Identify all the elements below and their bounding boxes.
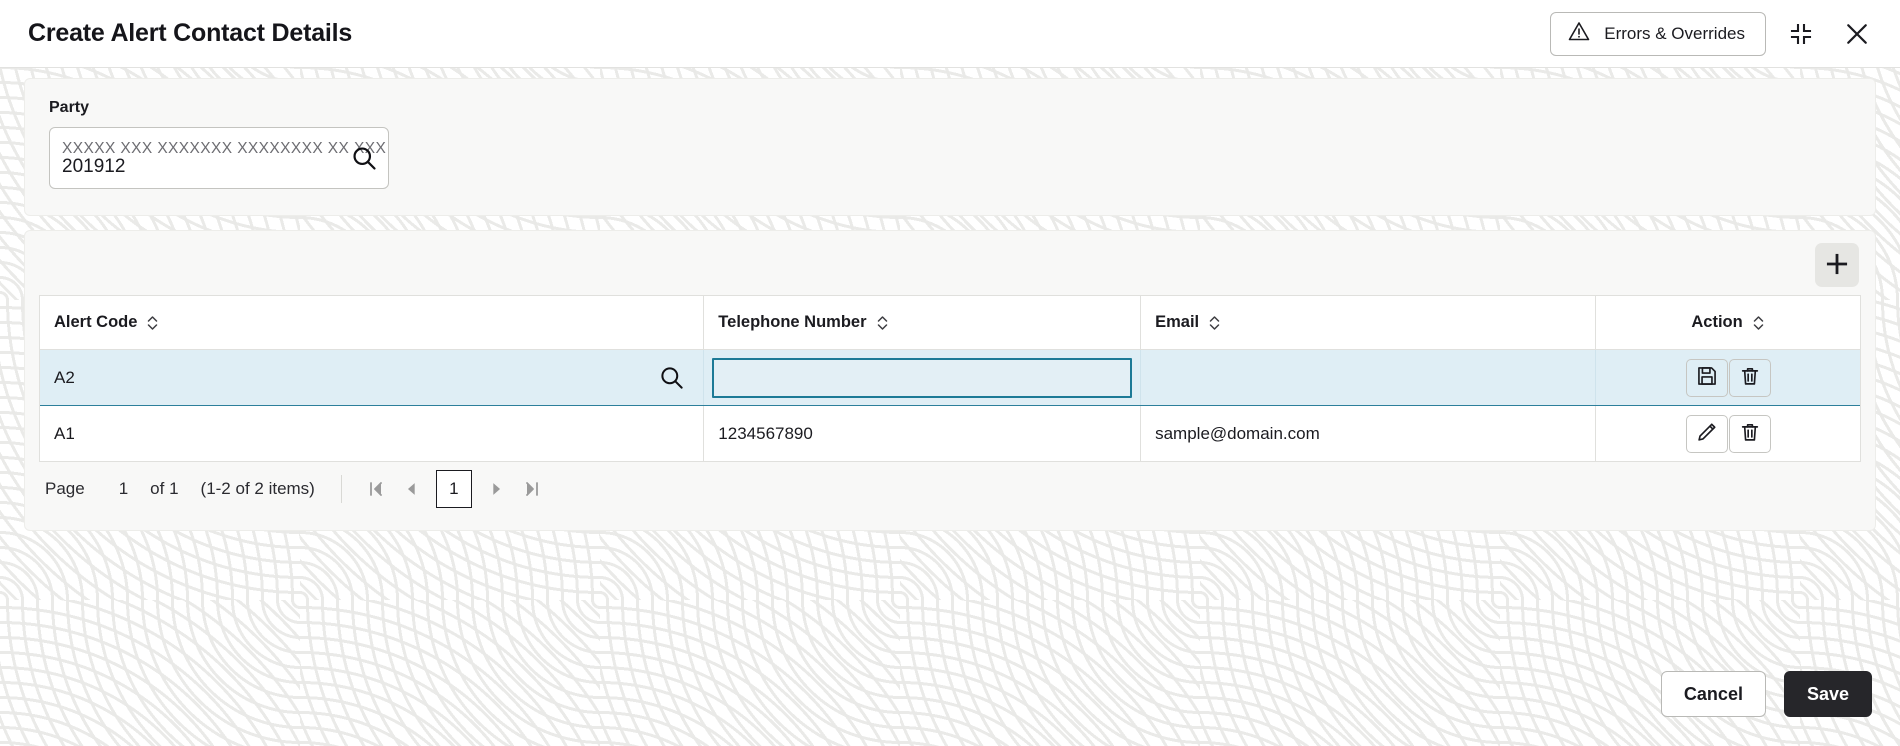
next-page-icon[interactable] xyxy=(478,471,514,507)
telephone-number-input[interactable] xyxy=(712,357,1133,398)
pencil-icon xyxy=(1696,421,1718,446)
add-row-button[interactable] xyxy=(1815,243,1859,287)
sort-icon[interactable] xyxy=(1752,314,1765,332)
cell-alert-code[interactable]: A2 xyxy=(40,350,705,405)
party-value: 201912 xyxy=(62,156,126,178)
party-field[interactable]: XXXXX XXX XXXXXXX XXXXXXXX XX XXX 201912 xyxy=(49,127,389,189)
delete-row-button[interactable] xyxy=(1728,414,1771,453)
table-header-row: Alert Code Telephone Number Email Action xyxy=(40,296,1860,350)
last-page-icon[interactable] xyxy=(514,471,550,507)
alert-contacts-panel: Alert Code Telephone Number Email Action… xyxy=(24,230,1876,531)
floppy-disk-icon xyxy=(1696,365,1718,390)
dialog-body: Party XXXXX XXX XXXXXXX XXXXXXXX XX XXX … xyxy=(0,68,1900,650)
cancel-button[interactable]: Cancel xyxy=(1660,671,1766,717)
pagination-current-page: 1 xyxy=(118,479,129,498)
previous-page-icon[interactable] xyxy=(394,471,430,507)
row-action-group xyxy=(1685,358,1771,397)
pagination-page-1-button[interactable]: 1 xyxy=(435,470,472,508)
table-row[interactable]: A2 xyxy=(40,350,1860,406)
party-panel: Party XXXXX XXX XXXXXXX XXXXXXXX XX XXX … xyxy=(24,78,1876,216)
table-row[interactable]: A1 1234567890 sample@domain.com xyxy=(40,406,1860,462)
cell-telephone-number-value: 1234567890 xyxy=(718,423,813,443)
sort-icon[interactable] xyxy=(876,314,889,332)
column-header-action[interactable]: Action xyxy=(1596,296,1860,349)
alert-contacts-table: Alert Code Telephone Number Email Action… xyxy=(39,295,1861,462)
edit-row-button[interactable] xyxy=(1685,414,1728,453)
close-icon[interactable] xyxy=(1836,13,1878,55)
alert-code-search-icon[interactable] xyxy=(658,364,685,391)
page-title: Create Alert Contact Details xyxy=(28,19,353,47)
dialog-footer: Cancel Save xyxy=(0,650,1900,746)
cell-action xyxy=(1596,350,1860,405)
pagination-page-label: Page xyxy=(45,479,85,498)
pagination-divider xyxy=(340,475,342,503)
cell-email: sample@domain.com xyxy=(1141,406,1597,461)
collapse-icon[interactable] xyxy=(1780,13,1822,55)
cell-email-value: sample@domain.com xyxy=(1155,423,1320,443)
first-page-icon[interactable] xyxy=(358,471,394,507)
pagination-items-label: (1-2 of 2 items) xyxy=(200,479,315,498)
column-header-email-label: Email xyxy=(1155,313,1200,331)
warning-triangle-icon xyxy=(1567,19,1591,48)
column-header-telephone-number[interactable]: Telephone Number xyxy=(704,296,1142,349)
column-header-alert-code-label: Alert Code xyxy=(54,313,138,331)
plus-icon xyxy=(1824,251,1850,280)
pagination-bar: Page 1 of 1 (1-2 of 2 items) 1 xyxy=(39,462,1861,516)
errors-and-overrides-button[interactable]: Errors & Overrides xyxy=(1550,11,1766,56)
cell-alert-code: A1 xyxy=(40,406,705,461)
column-header-alert-code[interactable]: Alert Code xyxy=(40,296,705,349)
dialog-window: Create Alert Contact Details Errors & Ov… xyxy=(0,0,1900,746)
pagination-of-label: of 1 xyxy=(150,479,179,498)
table-toolbar xyxy=(39,241,1861,295)
party-search-icon[interactable] xyxy=(350,144,378,172)
cell-telephone-number: 1234567890 xyxy=(704,406,1142,461)
cell-email[interactable] xyxy=(1141,350,1597,405)
sort-icon[interactable] xyxy=(1208,314,1221,332)
save-button[interactable]: Save xyxy=(1783,671,1872,717)
party-label: Party xyxy=(49,99,90,116)
titlebar-actions: Errors & Overrides xyxy=(1550,11,1878,56)
trash-icon xyxy=(1739,421,1761,446)
cell-alert-code-value: A2 xyxy=(54,367,75,387)
delete-row-button[interactable] xyxy=(1728,358,1771,397)
column-header-action-label: Action xyxy=(1691,313,1743,331)
create-alert-contact-dialog: Create Alert Contact Details Errors & Ov… xyxy=(0,0,1900,746)
column-header-telephone-number-label: Telephone Number xyxy=(718,313,867,331)
errors-and-overrides-label: Errors & Overrides xyxy=(1604,23,1745,43)
column-header-email[interactable]: Email xyxy=(1141,296,1597,349)
cell-alert-code-value: A1 xyxy=(54,423,75,443)
dialog-titlebar: Create Alert Contact Details Errors & Ov… xyxy=(0,0,1900,68)
save-row-button[interactable] xyxy=(1685,358,1728,397)
trash-icon xyxy=(1739,365,1761,390)
cell-action xyxy=(1596,406,1860,461)
party-masked-text: XXXXX XXX XXXXXXX XXXXXXXX XX XXX xyxy=(62,139,387,157)
row-action-group xyxy=(1685,414,1771,453)
sort-icon[interactable] xyxy=(146,314,159,332)
cell-telephone-number[interactable] xyxy=(704,350,1142,405)
